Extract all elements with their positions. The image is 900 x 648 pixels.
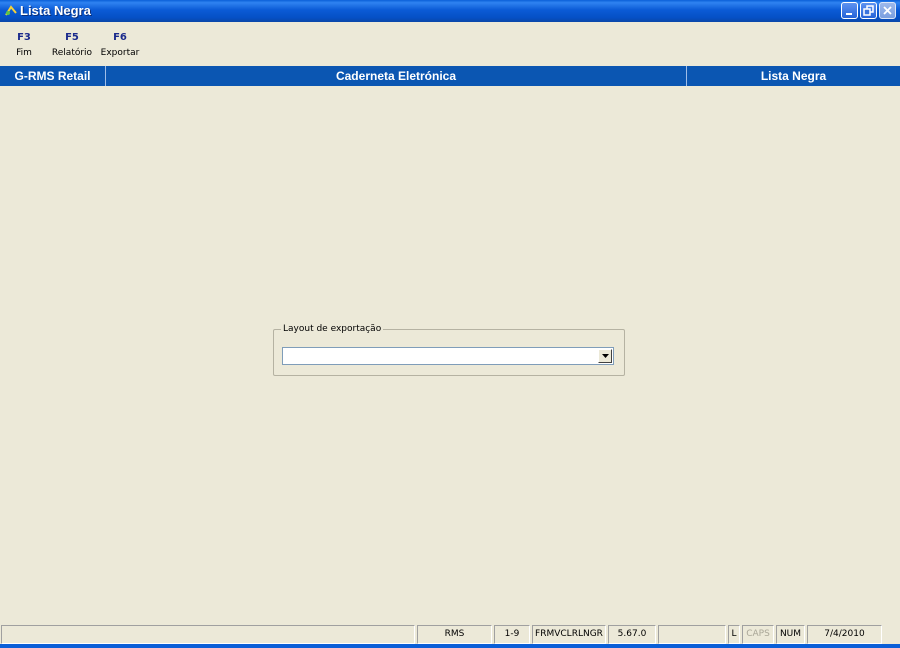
window-bottom-border (0, 644, 900, 648)
close-icon (883, 6, 892, 15)
shortcut-key-label: F5 (65, 32, 79, 43)
chevron-down-icon (602, 354, 609, 358)
status-panel-num: NUM (776, 625, 805, 644)
header-module-name: Caderneta Eletrónica (106, 66, 687, 86)
export-layout-group: Layout de exportação (273, 323, 625, 376)
toolbar-button-exportar[interactable]: F6 Exportar (98, 32, 142, 60)
header-screen-name: Lista Negra (760, 69, 827, 83)
header-app-name: G-RMS Retail (0, 66, 106, 86)
status-panel-version: 5.67.0 (608, 625, 656, 644)
status-panel-form-id: FRMVCLRLNGR (532, 625, 606, 644)
toolbar-button-relatorio[interactable]: F5 Relatório (51, 32, 93, 60)
minimize-button[interactable] (841, 2, 858, 19)
status-panel-caps: CAPS (742, 625, 774, 644)
status-panel-message (1, 625, 415, 644)
status-panel-system: RMS (417, 625, 492, 644)
close-button[interactable] (879, 2, 896, 19)
status-panel-empty (658, 625, 726, 644)
export-layout-label: Layout de exportação (281, 323, 384, 335)
app-icon[interactable] (4, 4, 18, 18)
restore-icon (863, 5, 874, 16)
minimize-icon (846, 13, 852, 15)
export-layout-select[interactable] (282, 347, 614, 365)
function-key-toolbar: F3 Fim F5 Relatório F6 Exportar (0, 22, 900, 66)
status-bar: RMS 1-9 FRMVCLRLNGR 5.67.0 L CAPS NUM 7/… (0, 624, 900, 644)
module-header: G-RMS Retail Caderneta Eletrónica Lista … (0, 66, 900, 86)
toolbar-button-fim[interactable]: F3 Fim (12, 32, 36, 60)
window-title: Lista Negra (20, 3, 91, 18)
status-panel-date: 7/4/2010 (807, 625, 882, 644)
title-bar[interactable]: Lista Negra (0, 0, 900, 22)
dropdown-button[interactable] (598, 349, 612, 363)
status-panel-mode: L (728, 625, 740, 644)
shortcut-key-label: F3 (17, 32, 31, 43)
toolbar-button-label: Fim (16, 48, 32, 58)
restore-button[interactable] (860, 2, 877, 19)
toolbar-button-label: Relatório (51, 48, 93, 58)
shortcut-key-label: F6 (113, 32, 127, 43)
toolbar-button-label: Exportar (100, 48, 140, 58)
status-panel-company: 1-9 (494, 625, 530, 644)
